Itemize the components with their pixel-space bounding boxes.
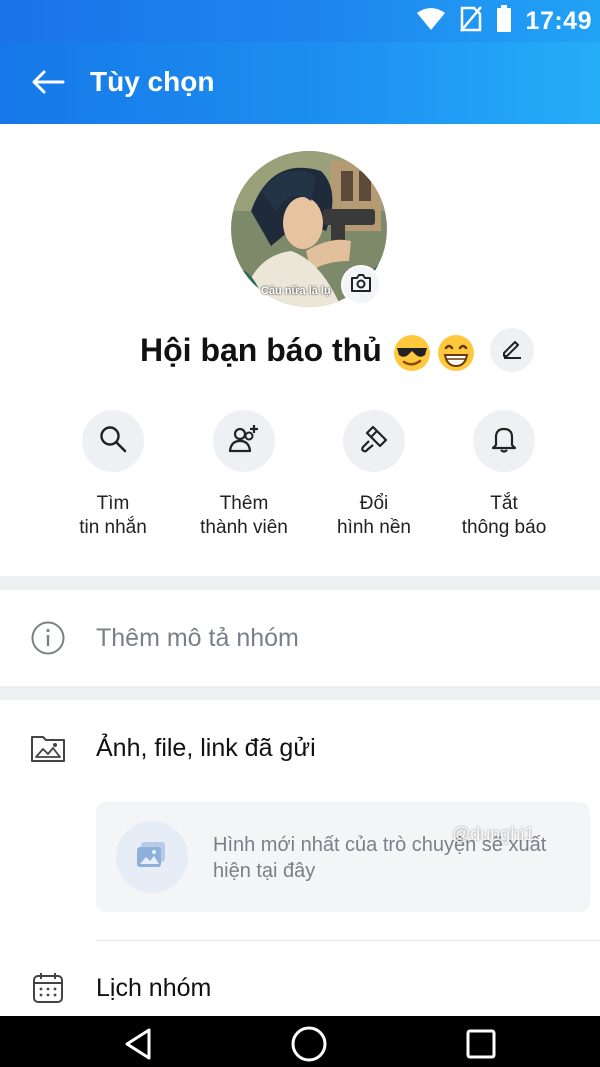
mute-notifications-action[interactable]: Tắt thông báo [434,410,574,540]
status-time: 17:49 [525,6,592,35]
action-circle[interactable] [82,410,144,472]
action-circle[interactable] [213,410,275,472]
photo-folder-icon [30,730,66,766]
grinning-emoji [436,333,476,373]
section-divider [0,686,600,700]
page-title: Tùy chọn [90,66,215,97]
group-name: Hội bạn báo thủ [140,332,382,368]
arrow-left-icon [31,69,65,100]
calendar-icon [30,970,66,1006]
media-files-links-label: Ảnh, file, link đã gửi [96,734,316,762]
image-icon [135,840,169,875]
group-name-row: Hội bạn báo thủ [0,326,600,378]
nav-home-button[interactable] [284,1026,334,1066]
status-icons: 17:49 [416,4,592,38]
back-button[interactable] [26,64,70,104]
search-icon [98,424,128,459]
nav-back-button[interactable] [113,1026,163,1066]
quick-actions: Tìm tin nhắn Thêm thành viên Đổi hình nề… [0,410,600,550]
circle-home-icon [289,1024,329,1067]
row-divider [96,940,600,941]
status-bar: 17:49 [0,0,600,42]
group-avatar-container: Câu nữa là lụ [231,151,387,307]
media-placeholder [116,821,188,893]
system-nav-bar [0,1016,600,1067]
info-icon [30,620,66,656]
app-bar: Tùy chọn [0,42,600,124]
action-label: Đổi hình nền [337,493,411,538]
square-recents-icon [465,1028,497,1065]
add-description-label: Thêm mô tả nhóm [96,624,299,652]
media-files-links-row[interactable]: Ảnh, file, link đã gửi [0,708,600,788]
no-sim-icon [459,5,482,37]
action-label: Thêm thành viên [200,493,288,538]
add-member-action[interactable]: Thêm thành viên [174,410,314,540]
action-label: Tắt thông báo [461,493,547,538]
wifi-icon [416,7,446,36]
group-calendar-label: Lịch nhóm [96,974,212,1002]
nav-recents-button[interactable] [456,1026,506,1066]
sunglasses-emoji [392,333,432,373]
battery-icon [496,4,512,38]
edit-name-button[interactable] [490,328,534,372]
avatar-caption: Câu nữa là lụ [261,285,331,297]
action-circle[interactable] [473,410,535,472]
action-circle[interactable] [343,410,405,472]
search-messages-action[interactable]: Tìm tin nhắn [43,410,183,540]
add-user-icon [228,424,260,459]
watermark-text: @dunghi1 [452,824,535,844]
section-divider [0,576,600,590]
media-preview-card[interactable]: Hình mới nhất của trò chuyện sẽ xuất hiệ… [96,802,590,912]
camera-icon [350,273,372,298]
paint-brush-icon [359,424,389,459]
add-description-row[interactable]: Thêm mô tả nhóm [0,598,600,678]
bell-icon [489,424,519,459]
action-label: Tìm tin nhắn [79,493,147,538]
change-avatar-button[interactable] [341,265,381,305]
triangle-back-icon [123,1027,153,1066]
pencil-icon [501,337,523,364]
change-background-action[interactable]: Đổi hình nền [304,410,444,540]
